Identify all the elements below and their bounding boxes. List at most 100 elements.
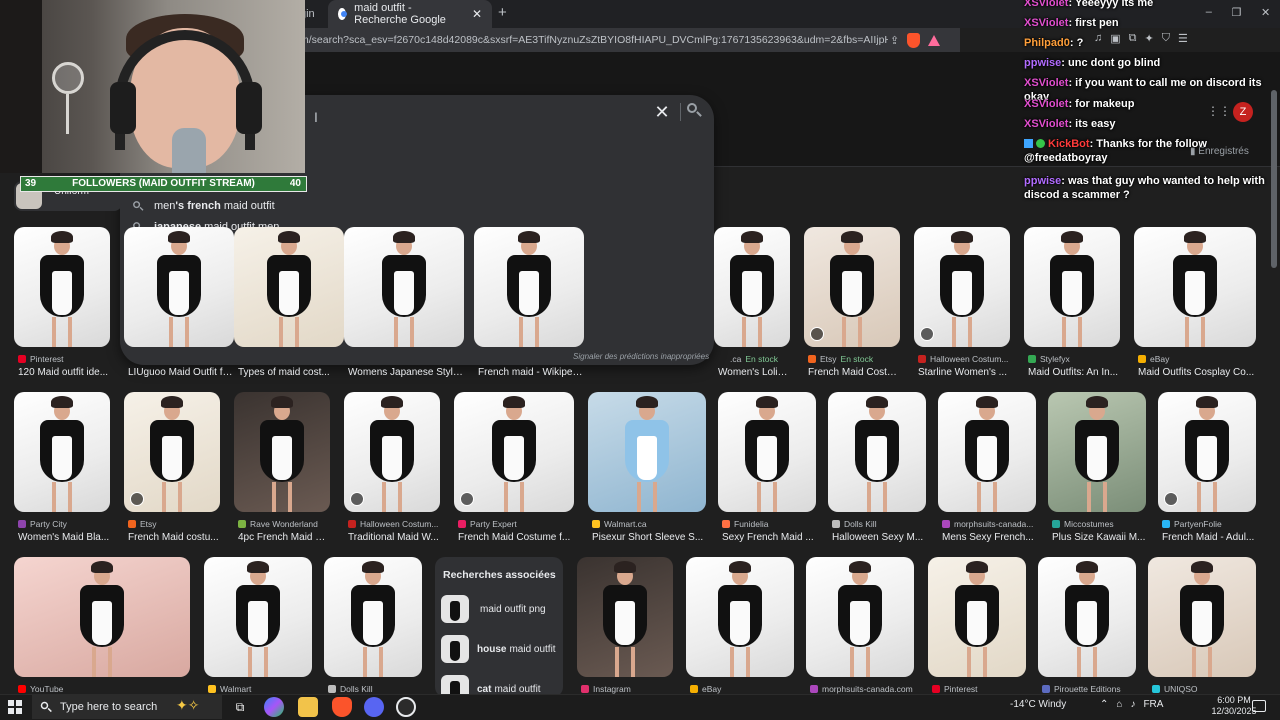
result-thumbnail[interactable] bbox=[1024, 227, 1120, 347]
result-source[interactable]: eBay bbox=[690, 684, 721, 694]
result-thumbnail[interactable] bbox=[1134, 227, 1256, 347]
result-source[interactable]: .ca En stock bbox=[718, 354, 778, 364]
result-title[interactable]: Starline Women's ... bbox=[918, 367, 1010, 378]
result-source[interactable]: Stylefyx bbox=[1028, 354, 1070, 364]
result-title[interactable]: Womens Japanese Style... bbox=[348, 367, 464, 378]
result-thumbnail[interactable] bbox=[204, 557, 312, 677]
clear-search-button[interactable]: ✕ bbox=[652, 101, 672, 123]
report-predictions-link[interactable]: Signaler des prédictions inappropriées bbox=[573, 352, 709, 361]
result-source[interactable]: Pirouette Editions bbox=[1042, 684, 1121, 694]
result-thumbnail[interactable] bbox=[324, 557, 422, 677]
result-source[interactable]: YouTube bbox=[18, 684, 63, 694]
result-title[interactable]: Sexy French Maid ... bbox=[722, 532, 816, 543]
result-source[interactable]: eBay bbox=[1138, 354, 1169, 364]
result-thumbnail[interactable] bbox=[474, 227, 584, 347]
result-title[interactable]: Types of maid cost... bbox=[238, 367, 344, 378]
result-thumbnail[interactable] bbox=[806, 557, 914, 677]
result-thumbnail[interactable] bbox=[1048, 392, 1146, 512]
windows-start-icon[interactable] bbox=[8, 700, 22, 714]
tab-active[interactable]: maid outfit - Recherche Google ✕ bbox=[328, 0, 492, 28]
result-source[interactable]: morphsuits-canada.com bbox=[810, 684, 913, 694]
result-title[interactable]: French Maid Costu... bbox=[808, 367, 900, 378]
share-icon[interactable]: ⇪ bbox=[890, 34, 899, 47]
result-source[interactable]: Etsy En stock bbox=[808, 354, 873, 364]
result-thumbnail[interactable] bbox=[344, 392, 440, 512]
result-thumbnail[interactable] bbox=[14, 557, 190, 677]
brave-rewards-icon[interactable] bbox=[928, 34, 941, 46]
result-source[interactable]: Party City bbox=[18, 519, 67, 529]
result-source[interactable]: morphsuits-canada... bbox=[942, 519, 1033, 529]
save-icon[interactable] bbox=[810, 327, 824, 341]
result-source[interactable]: Party Expert bbox=[458, 519, 517, 529]
result-title[interactable]: Women's Lolita Anime M... bbox=[718, 367, 790, 378]
result-thumbnail[interactable] bbox=[234, 227, 344, 347]
result-title[interactable]: 4pc French Maid C... bbox=[238, 532, 330, 543]
result-thumbnail[interactable] bbox=[914, 227, 1010, 347]
result-thumbnail[interactable] bbox=[1158, 392, 1256, 512]
result-title[interactable]: Maid Outfits: An In... bbox=[1028, 367, 1120, 378]
result-source[interactable]: Pinterest bbox=[18, 354, 64, 364]
result-title[interactable]: Traditional Maid W... bbox=[348, 532, 440, 543]
result-thumbnail[interactable] bbox=[1038, 557, 1136, 677]
network-icon[interactable]: ⌂ bbox=[1116, 699, 1122, 710]
result-thumbnail[interactable] bbox=[344, 227, 464, 347]
result-title[interactable]: Maid Outfits Cosplay Co... bbox=[1138, 367, 1256, 378]
result-title[interactable]: French Maid costu... bbox=[128, 532, 220, 543]
result-thumbnail[interactable] bbox=[714, 227, 790, 347]
volume-icon[interactable]: ♪ bbox=[1130, 699, 1135, 710]
result-source[interactable]: Pinterest bbox=[932, 684, 978, 694]
result-source[interactable]: Walmart.ca bbox=[592, 519, 647, 529]
result-thumbnail[interactable] bbox=[124, 227, 234, 347]
result-title[interactable]: Mens Sexy French... bbox=[942, 532, 1036, 543]
result-title[interactable]: Plus Size Kawaii M... bbox=[1052, 532, 1146, 543]
result-title[interactable]: 120 Maid outfit ide... bbox=[18, 367, 110, 378]
result-source[interactable]: Dolls Kill bbox=[832, 519, 877, 529]
task-view-icon[interactable]: ⧉ bbox=[230, 697, 250, 717]
result-thumbnail[interactable] bbox=[1148, 557, 1256, 677]
result-source[interactable]: Halloween Costum... bbox=[918, 354, 1008, 364]
save-icon[interactable] bbox=[130, 492, 144, 506]
url-text[interactable]: m/search?sca_esv=f2670c148d42089c&sxsrf=… bbox=[300, 28, 888, 52]
chevron-up-icon[interactable]: ⌃ bbox=[1100, 699, 1108, 710]
result-thumbnail[interactable] bbox=[588, 392, 706, 512]
result-title[interactable]: Women's Maid Bla... bbox=[18, 532, 110, 543]
result-source[interactable]: Miccostumes bbox=[1052, 519, 1114, 529]
notification-icon[interactable] bbox=[1252, 700, 1266, 712]
result-source[interactable]: Dolls Kill bbox=[328, 684, 373, 694]
search-suggestion[interactable]: men's french maid outfit bbox=[130, 195, 700, 216]
related-search-item[interactable]: maid outfit png bbox=[441, 594, 561, 624]
page-scrollbar[interactable] bbox=[1270, 90, 1278, 270]
new-tab-button[interactable]: + bbox=[498, 4, 514, 22]
search-button[interactable] bbox=[686, 102, 704, 122]
language-indicator[interactable]: FRA bbox=[1143, 699, 1163, 710]
sparkle-icon[interactable]: ✦✧ bbox=[176, 697, 212, 717]
result-source[interactable]: Etsy bbox=[128, 519, 157, 529]
result-thumbnail[interactable] bbox=[718, 392, 816, 512]
result-source[interactable]: Funidelia bbox=[722, 519, 769, 529]
result-title[interactable]: LIUguoo Maid Outfit for ... bbox=[128, 367, 234, 378]
result-thumbnail[interactable] bbox=[686, 557, 794, 677]
result-thumbnail[interactable] bbox=[938, 392, 1036, 512]
brave-browser-icon[interactable] bbox=[332, 697, 352, 717]
result-source[interactable]: Halloween Costum... bbox=[348, 519, 438, 529]
result-title[interactable]: Pisexur Short Sleeve S... bbox=[592, 532, 706, 543]
result-thumbnail[interactable] bbox=[124, 392, 220, 512]
save-icon[interactable] bbox=[460, 492, 474, 506]
result-thumbnail[interactable] bbox=[14, 227, 110, 347]
result-thumbnail[interactable] bbox=[928, 557, 1026, 677]
result-thumbnail[interactable] bbox=[804, 227, 900, 347]
result-title[interactable]: French Maid - Adul... bbox=[1162, 532, 1256, 543]
save-icon[interactable] bbox=[350, 492, 364, 506]
result-title[interactable]: French maid - Wikipedia bbox=[478, 367, 584, 378]
copilot-icon[interactable] bbox=[264, 697, 284, 717]
discord-icon[interactable] bbox=[364, 697, 384, 717]
result-thumbnail[interactable] bbox=[14, 392, 110, 512]
result-source[interactable]: Walmart bbox=[208, 684, 251, 694]
result-thumbnail[interactable] bbox=[828, 392, 926, 512]
save-icon[interactable] bbox=[1164, 492, 1178, 506]
result-source[interactable]: UNIQSO bbox=[1152, 684, 1198, 694]
result-source[interactable]: Rave Wonderland bbox=[238, 519, 318, 529]
brave-shield-icon[interactable] bbox=[907, 32, 921, 48]
related-search-item[interactable]: house maid outfit bbox=[441, 634, 561, 664]
result-thumbnail[interactable] bbox=[577, 557, 673, 677]
